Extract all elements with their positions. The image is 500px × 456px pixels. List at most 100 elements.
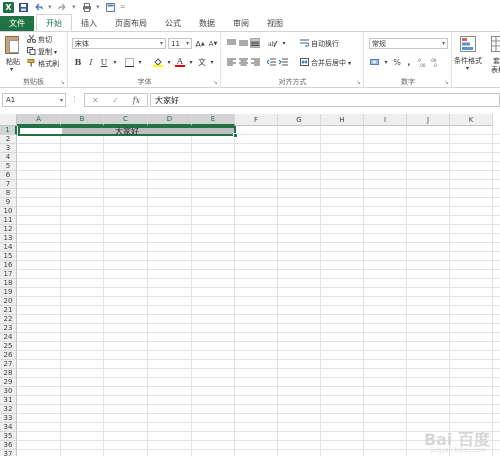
row-header-34[interactable]: 34 bbox=[0, 423, 17, 432]
wrap-text-button[interactable]: 自动换行 bbox=[300, 39, 339, 49]
row-header-11[interactable]: 11 bbox=[0, 216, 17, 225]
clipboard-launcher-icon[interactable]: ↘ bbox=[60, 79, 65, 86]
print-dropdown-icon[interactable]: ▾ bbox=[96, 3, 101, 11]
column-header-h[interactable]: H bbox=[321, 114, 364, 126]
row-header-2[interactable]: 2 bbox=[0, 135, 17, 144]
alignment-launcher-icon[interactable]: ↘ bbox=[356, 79, 361, 86]
conditional-formatting-icon[interactable] bbox=[460, 36, 476, 54]
format-as-table-label-2[interactable]: 表格 bbox=[491, 65, 500, 75]
column-header-k[interactable]: K bbox=[450, 114, 493, 126]
row-header-19[interactable]: 19 bbox=[0, 288, 17, 297]
name-box[interactable]: A1 ▾ bbox=[2, 93, 66, 107]
copy-dropdown-icon[interactable]: ▾ bbox=[54, 49, 57, 56]
undo-dropdown-icon[interactable]: ▾ bbox=[48, 3, 53, 11]
decrease-decimal-button[interactable]: .00.0 bbox=[430, 57, 440, 67]
cut-button[interactable]: 剪切 bbox=[27, 34, 52, 45]
row-header-8[interactable]: 8 bbox=[0, 189, 17, 198]
paste-dropdown-icon[interactable]: ▾ bbox=[10, 66, 13, 73]
font-name-select[interactable]: 宋体 ▾ bbox=[72, 38, 166, 49]
row-header-33[interactable]: 33 bbox=[0, 414, 17, 423]
row-header-21[interactable]: 21 bbox=[0, 306, 17, 315]
percent-style-button[interactable]: % bbox=[392, 57, 402, 67]
row-header-5[interactable]: 5 bbox=[0, 162, 17, 171]
row-header-1[interactable]: 1 bbox=[0, 126, 17, 135]
tab-formulas[interactable]: 公式 bbox=[156, 16, 190, 31]
font-launcher-icon[interactable]: ↘ bbox=[213, 79, 218, 86]
tab-file[interactable]: 文件 bbox=[0, 16, 34, 31]
row-header-7[interactable]: 7 bbox=[0, 180, 17, 189]
row-header-9[interactable]: 9 bbox=[0, 198, 17, 207]
row-header-26[interactable]: 26 bbox=[0, 351, 17, 360]
align-top-button[interactable] bbox=[226, 38, 236, 48]
customize-icon[interactable]: = bbox=[120, 3, 126, 11]
conditional-dropdown-icon[interactable]: ▾ bbox=[466, 65, 469, 72]
select-all-button[interactable] bbox=[0, 114, 17, 126]
row-header-25[interactable]: 25 bbox=[0, 342, 17, 351]
align-bottom-button[interactable] bbox=[250, 38, 260, 48]
phonetic-dropdown-icon[interactable]: ▾ bbox=[207, 57, 217, 67]
column-header-b[interactable]: B bbox=[61, 114, 104, 126]
row-header-15[interactable]: 15 bbox=[0, 252, 17, 261]
row-header-6[interactable]: 6 bbox=[0, 171, 17, 180]
column-header-j[interactable]: J bbox=[407, 114, 450, 126]
row-header-36[interactable]: 36 bbox=[0, 441, 17, 450]
number-launcher-icon[interactable]: ↘ bbox=[444, 79, 449, 86]
row-header-27[interactable]: 27 bbox=[0, 360, 17, 369]
merged-cell-a1-e1[interactable]: 大家好 bbox=[18, 126, 236, 136]
tab-review[interactable]: 审阅 bbox=[224, 16, 258, 31]
align-middle-button[interactable] bbox=[238, 38, 248, 48]
save-icon[interactable] bbox=[18, 2, 29, 13]
accounting-format-button[interactable] bbox=[370, 57, 380, 67]
print-preview-icon[interactable] bbox=[81, 2, 92, 13]
increase-decimal-button[interactable]: .0.00 bbox=[417, 57, 427, 67]
column-header-e[interactable]: E bbox=[192, 114, 235, 126]
format-as-table-icon[interactable] bbox=[491, 36, 500, 54]
merge-center-button[interactable]: 合并后居中 ▾ bbox=[300, 58, 351, 68]
insert-function-icon[interactable]: fx bbox=[133, 96, 140, 105]
row-header-37[interactable]: 37 bbox=[0, 450, 17, 456]
borders-button[interactable] bbox=[124, 57, 134, 67]
undo-icon[interactable] bbox=[33, 2, 44, 13]
orientation-dropdown-icon[interactable]: ▾ bbox=[279, 38, 289, 48]
column-header-d[interactable]: D bbox=[148, 114, 192, 126]
redo-dropdown-icon[interactable]: ▾ bbox=[72, 3, 77, 11]
row-header-28[interactable]: 28 bbox=[0, 369, 17, 378]
format-painter-button[interactable]: 格式刷 bbox=[27, 59, 59, 69]
tab-home[interactable]: 开始 bbox=[36, 14, 72, 31]
underline-dropdown-icon[interactable]: ▾ bbox=[110, 57, 120, 67]
row-header-14[interactable]: 14 bbox=[0, 243, 17, 252]
comma-style-button[interactable]: , bbox=[404, 57, 414, 67]
formula-input[interactable]: 大家好 bbox=[150, 93, 500, 107]
row-header-35[interactable]: 35 bbox=[0, 432, 17, 441]
row-header-31[interactable]: 31 bbox=[0, 396, 17, 405]
row-header-4[interactable]: 4 bbox=[0, 153, 17, 162]
increase-indent-button[interactable] bbox=[278, 57, 288, 67]
orientation-button[interactable]: ab bbox=[268, 38, 278, 48]
phonetic-button[interactable]: 文 bbox=[197, 57, 207, 67]
tab-data[interactable]: 数据 bbox=[190, 16, 224, 31]
row-header-3[interactable]: 3 bbox=[0, 144, 17, 153]
row-header-23[interactable]: 23 bbox=[0, 324, 17, 333]
bold-button[interactable]: B bbox=[73, 57, 83, 67]
tab-view[interactable]: 视图 bbox=[258, 16, 292, 31]
tab-insert[interactable]: 插入 bbox=[72, 16, 106, 31]
italic-button[interactable]: I bbox=[86, 57, 96, 67]
row-header-16[interactable]: 16 bbox=[0, 261, 17, 270]
enter-icon[interactable]: ✓ bbox=[112, 96, 119, 105]
form-icon[interactable] bbox=[105, 2, 116, 13]
row-header-30[interactable]: 30 bbox=[0, 387, 17, 396]
font-color-dropdown-icon[interactable]: ▾ bbox=[186, 57, 196, 67]
align-center-button[interactable] bbox=[238, 57, 248, 67]
row-header-12[interactable]: 12 bbox=[0, 225, 17, 234]
column-header-g[interactable]: G bbox=[278, 114, 321, 126]
row-header-18[interactable]: 18 bbox=[0, 279, 17, 288]
font-color-button[interactable]: A bbox=[175, 57, 185, 67]
row-header-22[interactable]: 22 bbox=[0, 315, 17, 324]
row-header-32[interactable]: 32 bbox=[0, 405, 17, 414]
worksheet-grid[interactable]: 大家好 A B C D E F G H I J K 1 2 3 4 5 6 7 8 9 10 11 12 13 14 15 16 17… bbox=[0, 114, 500, 456]
row-header-20[interactable]: 20 bbox=[0, 297, 17, 306]
column-header-i[interactable]: I bbox=[364, 114, 407, 126]
column-header-c[interactable]: C bbox=[104, 114, 148, 126]
row-header-13[interactable]: 13 bbox=[0, 234, 17, 243]
number-format-select[interactable]: 常规 ▾ bbox=[369, 38, 448, 49]
